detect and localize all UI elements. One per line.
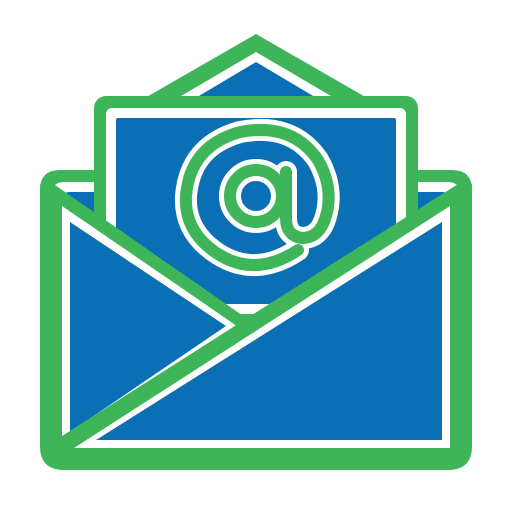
email-envelope-icon — [0, 0, 512, 512]
envelope-svg — [40, 34, 472, 470]
